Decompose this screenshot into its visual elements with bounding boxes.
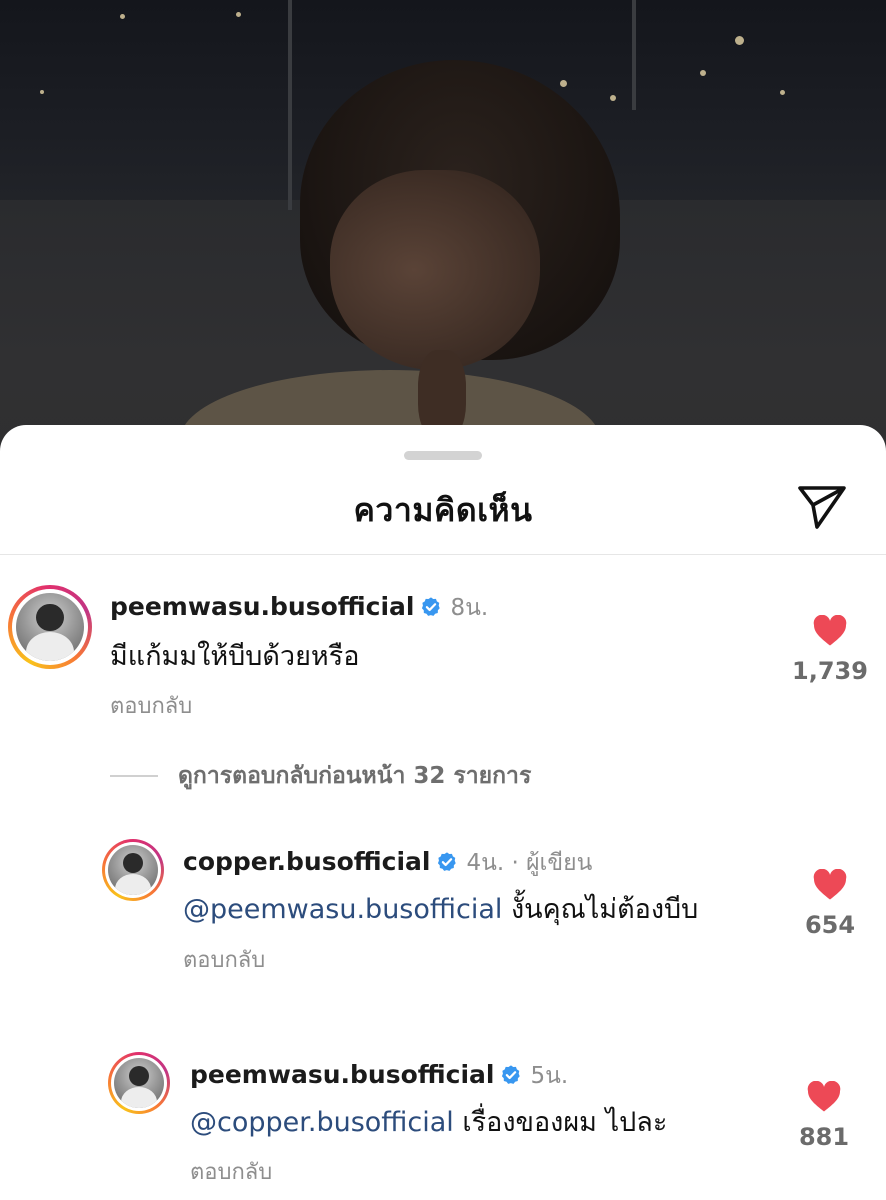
comment-username[interactable]: peemwasu.busofficial [190, 1060, 494, 1089]
post-photo [0, 0, 886, 470]
avatar[interactable] [8, 585, 92, 669]
photo-person-face [330, 170, 540, 370]
photo-light [735, 36, 744, 45]
photo-lamppost [288, 0, 292, 210]
like-block: 1,739 [785, 615, 875, 685]
photo-light [780, 90, 785, 95]
sheet-grabber[interactable] [404, 451, 482, 460]
comment-header: peemwasu.busofficial 8น. [110, 590, 488, 626]
mention-link[interactable]: @peemwasu.busofficial [183, 894, 502, 925]
paper-plane-icon [798, 486, 846, 529]
like-block: 881 [779, 1081, 869, 1151]
verified-badge-icon [422, 597, 441, 616]
like-count: 881 [798, 1123, 850, 1151]
comment-username[interactable]: peemwasu.busofficial [110, 592, 414, 621]
sheet-divider [0, 554, 886, 555]
reply-button[interactable]: ตอบกลับ [190, 1154, 272, 1189]
reply-button[interactable]: ตอบกลับ [183, 942, 265, 977]
comment-time: 5น. [530, 1063, 569, 1089]
comment-text: @peemwasu.busofficial งั้นคุณไม่ต้องบีบ [183, 887, 698, 930]
reply-button[interactable]: ตอบกลับ [110, 688, 192, 723]
like-block: 654 [785, 869, 875, 939]
mention-link[interactable]: @copper.busofficial [190, 1107, 454, 1138]
heart-icon[interactable] [812, 615, 848, 647]
comments-sheet: ความคิดเห็น peemwasu.busofficial 8น. มีแก… [0, 425, 886, 1200]
sheet-title: ความคิดเห็น [353, 491, 533, 529]
photo-light [560, 80, 567, 87]
photo-lamppost [632, 0, 636, 110]
reply-thread-line [110, 775, 158, 777]
comment-time: 8น. [450, 595, 489, 621]
photo-light [120, 14, 125, 19]
verified-badge-icon [438, 852, 457, 871]
view-replies-label: ดูการตอบกลับก่อนหน้า 32 รายการ [178, 763, 532, 789]
like-count: 654 [804, 911, 856, 939]
comment-text: @copper.busofficial เรื่องของผม ไปละ [190, 1100, 667, 1143]
photo-light [236, 12, 241, 17]
avatar[interactable] [108, 1052, 170, 1114]
comment-time: 4น. · ผู้เขียน [466, 850, 593, 876]
heart-icon[interactable] [812, 869, 848, 901]
view-previous-replies[interactable]: ดูการตอบกลับก่อนหน้า 32 รายการ [110, 758, 531, 794]
comment-username[interactable]: copper.busofficial [183, 847, 430, 876]
comment-text: มีแก้มมให้บีบด้วยหรือ [110, 641, 360, 672]
comment-body: เรื่องของผม ไปละ [453, 1107, 668, 1138]
share-button[interactable] [795, 483, 849, 531]
photo-light [610, 95, 616, 101]
avatar[interactable] [102, 839, 164, 901]
photo-light [40, 90, 44, 94]
heart-icon[interactable] [806, 1081, 842, 1113]
like-count: 1,739 [792, 657, 868, 685]
photo-light [700, 70, 706, 76]
verified-badge-icon [502, 1065, 521, 1084]
comment-body: งั้นคุณไม่ต้องบีบ [502, 894, 699, 925]
comment-header: peemwasu.busofficial 5น. [190, 1058, 568, 1094]
comment-header: copper.busofficial 4น. · ผู้เขียน [183, 845, 592, 881]
